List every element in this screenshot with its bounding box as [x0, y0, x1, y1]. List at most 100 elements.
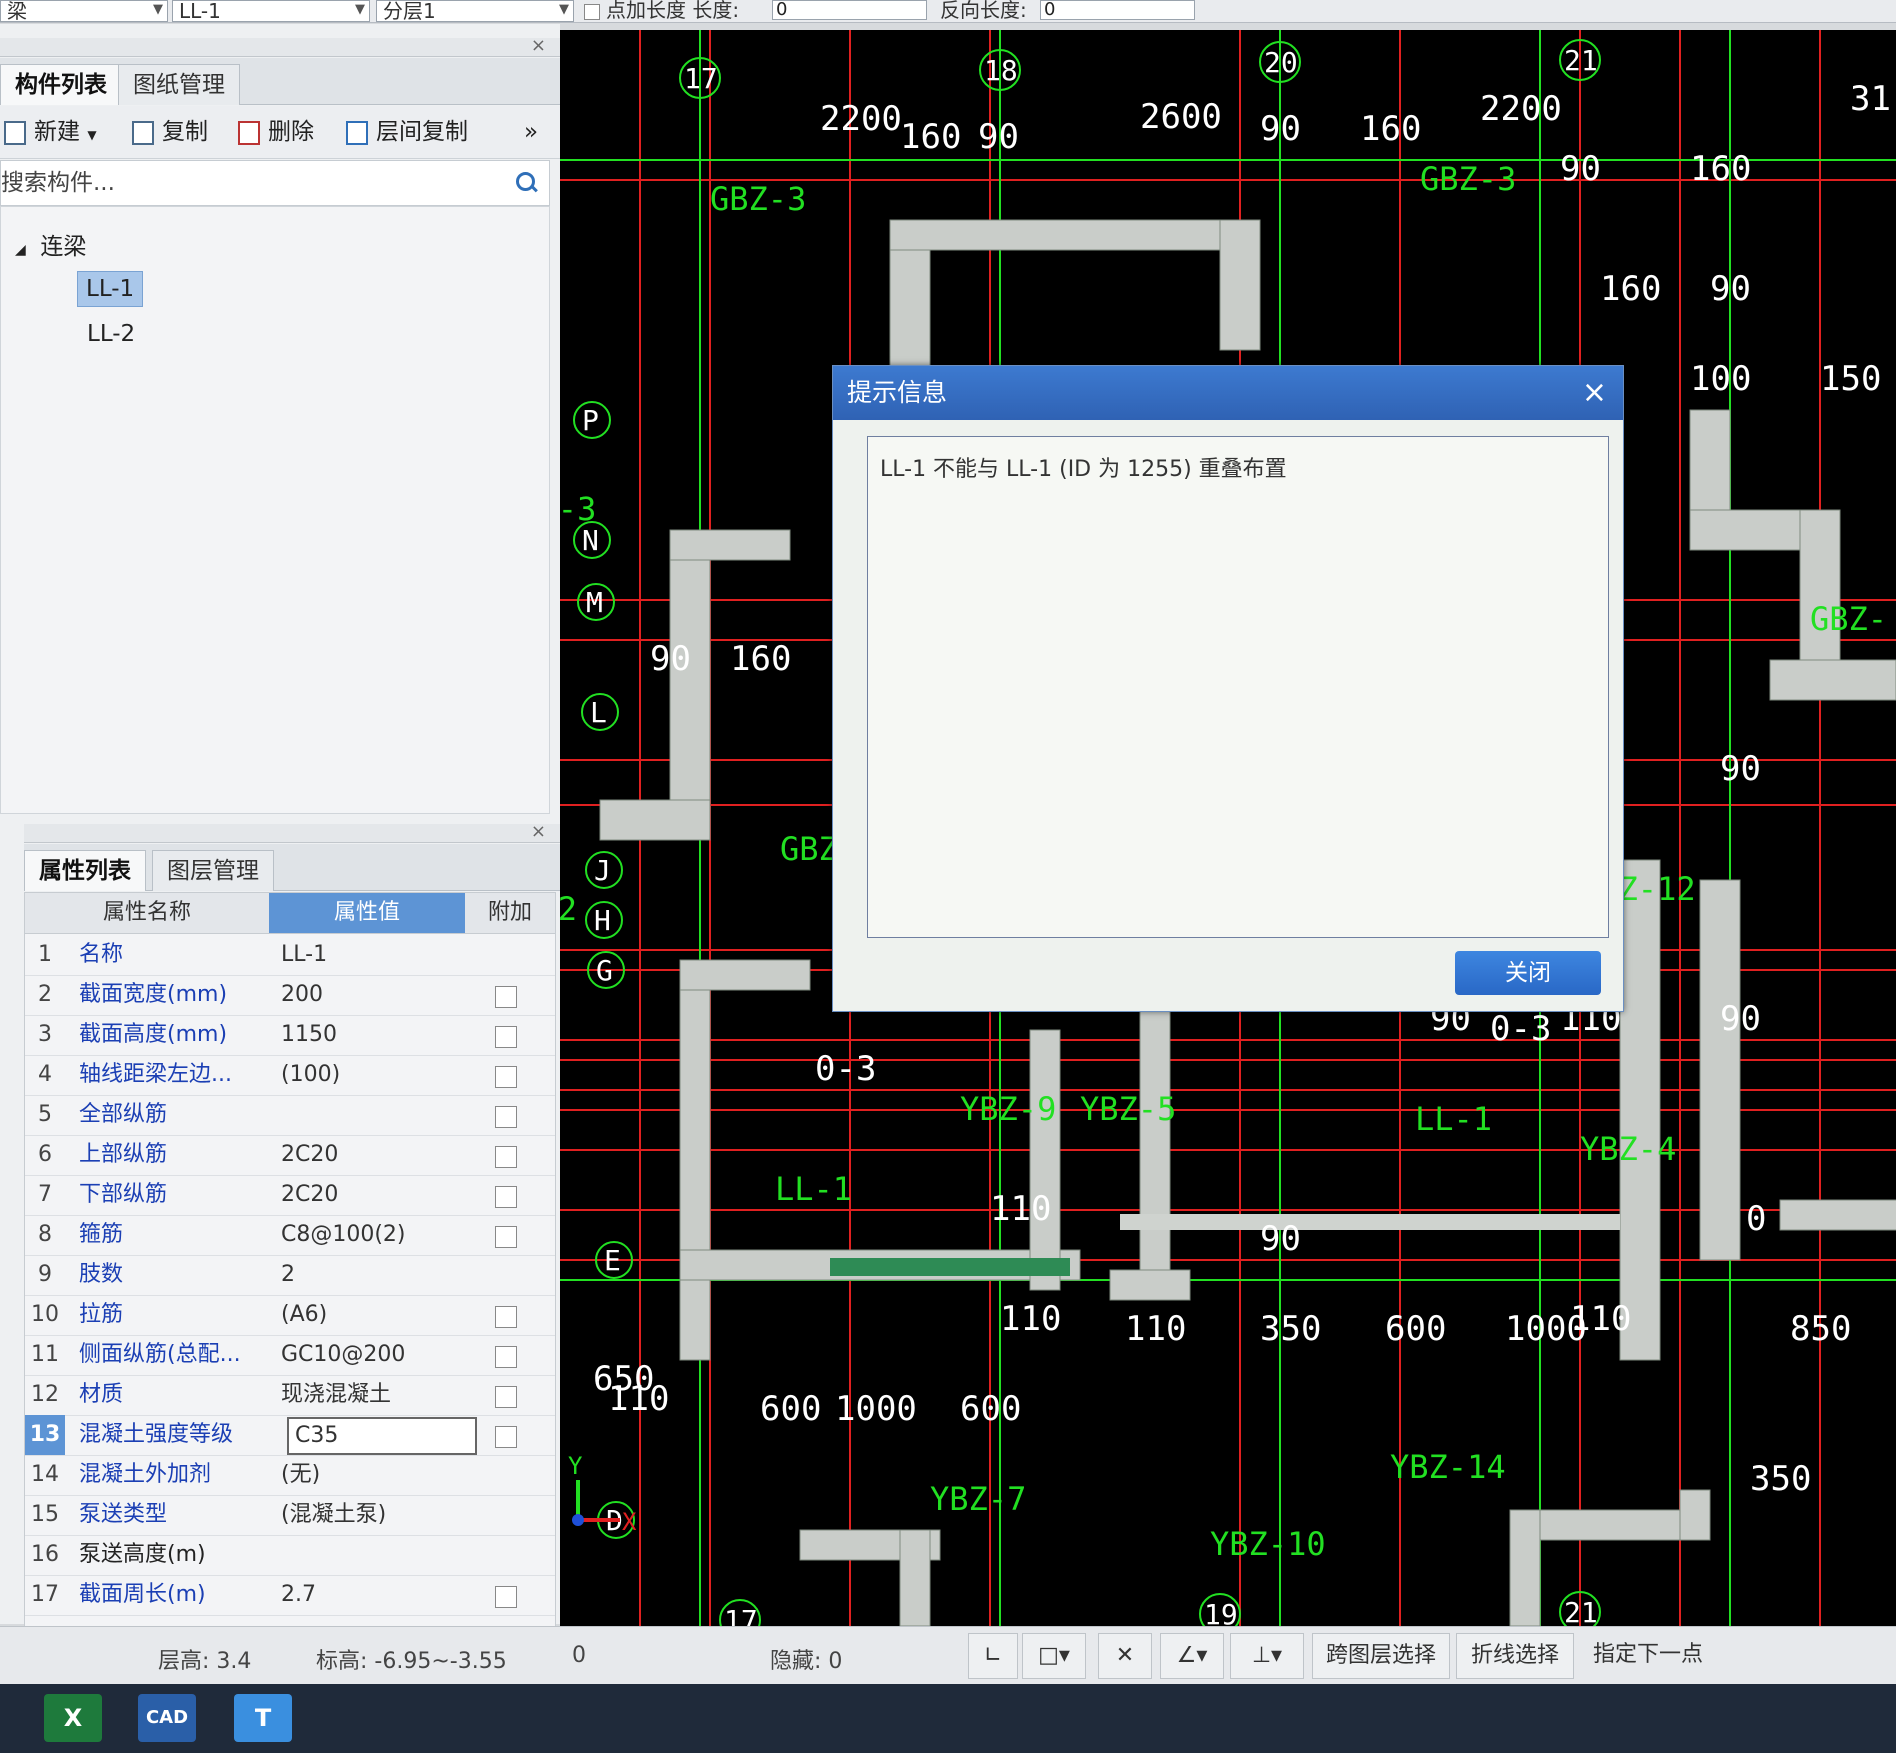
- new-button[interactable]: 新建 ▼: [4, 118, 97, 146]
- property-value[interactable]: (A6): [281, 1295, 481, 1335]
- property-row[interactable]: 9 肢数 2: [25, 1255, 555, 1296]
- dimension-text: 90: [1720, 749, 1761, 789]
- property-row[interactable]: 5 全部纵筋: [25, 1095, 555, 1136]
- tab-component-list[interactable]: 构件列表: [0, 64, 122, 105]
- property-value[interactable]: GC10@200: [281, 1335, 481, 1375]
- property-row[interactable]: 13 混凝土强度等级 C35: [25, 1415, 555, 1456]
- property-row[interactable]: 6 上部纵筋 2C20: [25, 1135, 555, 1176]
- property-value[interactable]: 1150: [281, 1015, 481, 1055]
- delete-button[interactable]: 删除: [238, 118, 314, 146]
- left-panel: × 构件列表 图纸管理 新建 ▼ 复制 删除 层间复制 » 搜索构件... ◢ …: [0, 24, 560, 1646]
- property-row[interactable]: 14 混凝土外加剂 (无): [25, 1455, 555, 1496]
- property-row[interactable]: 16 泵送高度(m): [25, 1535, 555, 1576]
- property-row[interactable]: 3 截面高度(mm) 1150: [25, 1015, 555, 1056]
- property-row[interactable]: 12 材质 现浇混凝土: [25, 1375, 555, 1416]
- property-row[interactable]: 11 侧面纵筋(总配... GC10@200: [25, 1335, 555, 1376]
- t-app-icon[interactable]: T: [234, 1694, 292, 1742]
- property-value[interactable]: LL-1: [281, 935, 481, 975]
- extra-checkbox[interactable]: [495, 1346, 517, 1368]
- property-value[interactable]: (无): [281, 1455, 481, 1495]
- collapse-triangle-icon[interactable]: ◢: [15, 242, 26, 258]
- point-length-checkbox[interactable]: [584, 3, 600, 20]
- property-row[interactable]: 7 下部纵筋 2C20: [25, 1175, 555, 1216]
- property-value[interactable]: 2.7: [281, 1575, 481, 1615]
- extra-checkbox[interactable]: [495, 1306, 517, 1328]
- property-row[interactable]: 17 截面周长(m) 2.7: [25, 1575, 555, 1616]
- property-value[interactable]: C35: [287, 1417, 477, 1455]
- chevron-down-icon: ▼: [559, 2, 569, 17]
- row-number: 3: [38, 1022, 52, 1047]
- component-type-combo[interactable]: 梁 ▼: [0, 0, 168, 22]
- wall-segment: [1029, 1029, 1061, 1291]
- property-row[interactable]: 4 轴线距梁左边... (100): [25, 1055, 555, 1096]
- tab-drawing-manage[interactable]: 图纸管理: [118, 64, 240, 105]
- angle-icon[interactable]: ∠▾: [1160, 1633, 1224, 1679]
- point-length-option[interactable]: 点加长度 长度:: [584, 0, 739, 20]
- property-value[interactable]: 2C20: [281, 1135, 481, 1175]
- row-number: 4: [38, 1062, 52, 1087]
- axis-letter: M: [586, 586, 603, 619]
- copy-button[interactable]: 复制: [132, 118, 208, 146]
- polyline-select-button[interactable]: 折线选择: [1456, 1633, 1574, 1679]
- floor-copy-button[interactable]: 层间复制: [346, 118, 468, 146]
- property-value[interactable]: 2: [281, 1255, 481, 1295]
- property-row[interactable]: 8 箍筋 C8@100(2): [25, 1215, 555, 1256]
- tab-property-list[interactable]: 属性列表: [24, 850, 146, 891]
- snap-icon[interactable]: □▾: [1022, 1633, 1086, 1679]
- component-name-combo[interactable]: LL-1 ▼: [172, 0, 370, 22]
- property-row[interactable]: 2 截面宽度(mm) 200: [25, 975, 555, 1016]
- dimension-text: 90: [1260, 1219, 1301, 1259]
- property-value[interactable]: (混凝土泵): [281, 1495, 481, 1535]
- wall-segment: [669, 529, 711, 831]
- dimension-text: 2600: [1140, 97, 1222, 137]
- property-row[interactable]: 1 名称 LL-1: [25, 935, 555, 976]
- close-icon[interactable]: ×: [1582, 366, 1607, 420]
- extra-checkbox[interactable]: [495, 1586, 517, 1608]
- row-number: 15: [31, 1502, 59, 1527]
- search-icon[interactable]: [516, 172, 535, 191]
- property-row[interactable]: 15 泵送类型 (混凝土泵): [25, 1495, 555, 1536]
- ortho-icon[interactable]: ∟: [968, 1633, 1018, 1679]
- property-value[interactable]: 200: [281, 975, 481, 1015]
- extra-checkbox[interactable]: [495, 986, 517, 1008]
- property-value[interactable]: (100): [281, 1055, 481, 1095]
- status-bar: 层高: 3.4 标高: -6.95~-3.55 0 隐藏: 0 ∟ □▾ ✕ ∠…: [0, 1626, 1896, 1685]
- extra-checkbox[interactable]: [495, 1226, 517, 1248]
- cad-icon[interactable]: CAD: [138, 1694, 196, 1742]
- search-input[interactable]: 搜索构件...: [0, 160, 550, 206]
- dialog-message-box: LL-1 不能与 LL-1 (ID 为 1255) 重叠布置: [867, 436, 1609, 938]
- tree-group-coupling-beam[interactable]: ◢ 连梁: [15, 227, 86, 261]
- close-icon[interactable]: ×: [531, 35, 546, 56]
- cross-layer-select-button[interactable]: 跨图层选择: [1312, 1633, 1450, 1679]
- more-icon[interactable]: »: [524, 118, 538, 146]
- reverse-length-input[interactable]: 0: [1040, 0, 1195, 20]
- extra-checkbox[interactable]: [495, 1106, 517, 1128]
- row-number: 8: [38, 1222, 52, 1247]
- extra-checkbox[interactable]: [495, 1386, 517, 1408]
- extra-checkbox[interactable]: [495, 1186, 517, 1208]
- property-table: 属性名称 属性值 附加 1 名称 LL-1 2 截面宽度(mm) 200 3 截面高度(mm)…: [24, 892, 556, 1646]
- dimension-text: 600: [760, 1389, 821, 1429]
- property-value[interactable]: C8@100(2): [281, 1215, 481, 1255]
- wall-segment: [679, 959, 711, 1361]
- tree-item-ll-1[interactable]: LL-1: [77, 271, 144, 307]
- tab-layer-manage[interactable]: 图层管理: [152, 850, 274, 891]
- intersection-icon[interactable]: ✕: [1098, 1633, 1152, 1679]
- dialog-close-button[interactable]: 关闭: [1455, 951, 1601, 995]
- offset-icon[interactable]: ⊥▾: [1230, 1633, 1304, 1679]
- axis-letter: N: [582, 524, 599, 557]
- extra-checkbox[interactable]: [495, 1066, 517, 1088]
- property-value[interactable]: 2C20: [281, 1175, 481, 1215]
- header-property-name: 属性名称: [25, 893, 270, 934]
- tree-item-ll-2[interactable]: LL-2: [87, 321, 135, 347]
- extra-checkbox[interactable]: [495, 1426, 517, 1448]
- length-input[interactable]: 0: [772, 0, 927, 20]
- excel-icon[interactable]: X: [44, 1694, 102, 1742]
- extra-checkbox[interactable]: [495, 1146, 517, 1168]
- layer-combo[interactable]: 分层1 ▼: [376, 0, 574, 22]
- property-value[interactable]: 现浇混凝土: [281, 1375, 481, 1415]
- extra-checkbox[interactable]: [495, 1026, 517, 1048]
- property-row[interactable]: 10 拉筋 (A6): [25, 1295, 555, 1336]
- close-icon[interactable]: ×: [531, 821, 546, 842]
- origin-y-label: Y: [568, 1452, 583, 1480]
